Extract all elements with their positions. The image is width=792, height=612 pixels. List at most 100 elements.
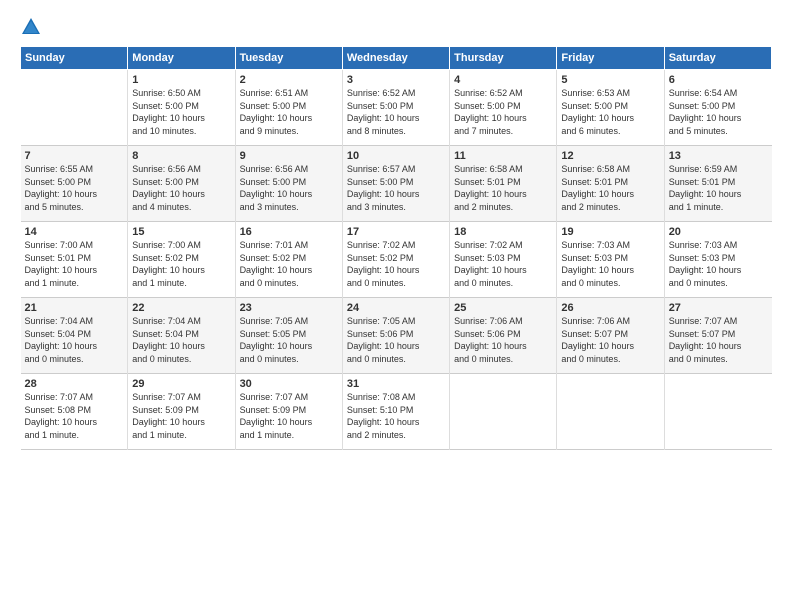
logo xyxy=(20,16,44,38)
calendar-cell: 27Sunrise: 7:07 AM Sunset: 5:07 PM Dayli… xyxy=(664,298,771,374)
header-day: Saturday xyxy=(664,47,771,70)
day-number: 25 xyxy=(454,302,552,314)
day-number: 19 xyxy=(561,226,659,238)
calendar-week-row: 21Sunrise: 7:04 AM Sunset: 5:04 PM Dayli… xyxy=(21,298,772,374)
day-number: 5 xyxy=(561,74,659,86)
day-info: Sunrise: 7:03 AM Sunset: 5:03 PM Dayligh… xyxy=(669,239,768,289)
day-number: 6 xyxy=(669,74,768,86)
day-number: 9 xyxy=(240,150,338,162)
day-number: 26 xyxy=(561,302,659,314)
day-info: Sunrise: 7:03 AM Sunset: 5:03 PM Dayligh… xyxy=(561,239,659,289)
day-info: Sunrise: 6:53 AM Sunset: 5:00 PM Dayligh… xyxy=(561,87,659,137)
header-day: Sunday xyxy=(21,47,128,70)
day-info: Sunrise: 7:01 AM Sunset: 5:02 PM Dayligh… xyxy=(240,239,338,289)
calendar-cell: 21Sunrise: 7:04 AM Sunset: 5:04 PM Dayli… xyxy=(21,298,128,374)
day-info: Sunrise: 7:04 AM Sunset: 5:04 PM Dayligh… xyxy=(132,315,230,365)
day-number: 7 xyxy=(25,150,124,162)
day-info: Sunrise: 7:04 AM Sunset: 5:04 PM Dayligh… xyxy=(25,315,124,365)
header-day: Thursday xyxy=(450,47,557,70)
day-number: 28 xyxy=(25,378,124,390)
day-info: Sunrise: 6:51 AM Sunset: 5:00 PM Dayligh… xyxy=(240,87,338,137)
day-info: Sunrise: 6:50 AM Sunset: 5:00 PM Dayligh… xyxy=(132,87,230,137)
calendar-cell: 23Sunrise: 7:05 AM Sunset: 5:05 PM Dayli… xyxy=(235,298,342,374)
day-info: Sunrise: 6:56 AM Sunset: 5:00 PM Dayligh… xyxy=(132,163,230,213)
calendar-cell: 25Sunrise: 7:06 AM Sunset: 5:06 PM Dayli… xyxy=(450,298,557,374)
day-number: 20 xyxy=(669,226,768,238)
day-number: 4 xyxy=(454,74,552,86)
calendar-cell: 6Sunrise: 6:54 AM Sunset: 5:00 PM Daylig… xyxy=(664,70,771,146)
calendar-week-row: 14Sunrise: 7:00 AM Sunset: 5:01 PM Dayli… xyxy=(21,222,772,298)
header-day: Monday xyxy=(128,47,235,70)
calendar-cell: 26Sunrise: 7:06 AM Sunset: 5:07 PM Dayli… xyxy=(557,298,664,374)
calendar-cell: 16Sunrise: 7:01 AM Sunset: 5:02 PM Dayli… xyxy=(235,222,342,298)
calendar-page: SundayMondayTuesdayWednesdayThursdayFrid… xyxy=(0,0,792,612)
calendar-week-row: 1Sunrise: 6:50 AM Sunset: 5:00 PM Daylig… xyxy=(21,70,772,146)
calendar-table: SundayMondayTuesdayWednesdayThursdayFrid… xyxy=(20,46,772,450)
day-info: Sunrise: 7:07 AM Sunset: 5:07 PM Dayligh… xyxy=(669,315,768,365)
day-info: Sunrise: 6:52 AM Sunset: 5:00 PM Dayligh… xyxy=(454,87,552,137)
day-number: 1 xyxy=(132,74,230,86)
day-number: 18 xyxy=(454,226,552,238)
calendar-cell xyxy=(21,70,128,146)
day-info: Sunrise: 7:05 AM Sunset: 5:06 PM Dayligh… xyxy=(347,315,445,365)
day-info: Sunrise: 6:52 AM Sunset: 5:00 PM Dayligh… xyxy=(347,87,445,137)
calendar-cell: 20Sunrise: 7:03 AM Sunset: 5:03 PM Dayli… xyxy=(664,222,771,298)
day-info: Sunrise: 6:57 AM Sunset: 5:00 PM Dayligh… xyxy=(347,163,445,213)
calendar-cell xyxy=(664,374,771,450)
calendar-cell: 29Sunrise: 7:07 AM Sunset: 5:09 PM Dayli… xyxy=(128,374,235,450)
calendar-cell: 30Sunrise: 7:07 AM Sunset: 5:09 PM Dayli… xyxy=(235,374,342,450)
day-info: Sunrise: 7:07 AM Sunset: 5:08 PM Dayligh… xyxy=(25,391,124,441)
day-info: Sunrise: 6:54 AM Sunset: 5:00 PM Dayligh… xyxy=(669,87,768,137)
calendar-cell: 7Sunrise: 6:55 AM Sunset: 5:00 PM Daylig… xyxy=(21,146,128,222)
day-info: Sunrise: 7:02 AM Sunset: 5:02 PM Dayligh… xyxy=(347,239,445,289)
calendar-cell: 2Sunrise: 6:51 AM Sunset: 5:00 PM Daylig… xyxy=(235,70,342,146)
calendar-cell: 4Sunrise: 6:52 AM Sunset: 5:00 PM Daylig… xyxy=(450,70,557,146)
calendar-cell: 18Sunrise: 7:02 AM Sunset: 5:03 PM Dayli… xyxy=(450,222,557,298)
day-info: Sunrise: 7:00 AM Sunset: 5:01 PM Dayligh… xyxy=(25,239,124,289)
day-number: 16 xyxy=(240,226,338,238)
day-number: 15 xyxy=(132,226,230,238)
header-row: SundayMondayTuesdayWednesdayThursdayFrid… xyxy=(21,47,772,70)
day-number: 27 xyxy=(669,302,768,314)
logo-icon xyxy=(20,16,42,38)
header-day: Friday xyxy=(557,47,664,70)
day-number: 8 xyxy=(132,150,230,162)
day-number: 17 xyxy=(347,226,445,238)
day-number: 10 xyxy=(347,150,445,162)
day-number: 31 xyxy=(347,378,445,390)
day-info: Sunrise: 7:06 AM Sunset: 5:07 PM Dayligh… xyxy=(561,315,659,365)
day-info: Sunrise: 7:06 AM Sunset: 5:06 PM Dayligh… xyxy=(454,315,552,365)
calendar-cell: 10Sunrise: 6:57 AM Sunset: 5:00 PM Dayli… xyxy=(342,146,449,222)
calendar-cell: 3Sunrise: 6:52 AM Sunset: 5:00 PM Daylig… xyxy=(342,70,449,146)
day-info: Sunrise: 6:58 AM Sunset: 5:01 PM Dayligh… xyxy=(561,163,659,213)
day-number: 30 xyxy=(240,378,338,390)
calendar-cell: 5Sunrise: 6:53 AM Sunset: 5:00 PM Daylig… xyxy=(557,70,664,146)
header-day: Wednesday xyxy=(342,47,449,70)
calendar-cell: 24Sunrise: 7:05 AM Sunset: 5:06 PM Dayli… xyxy=(342,298,449,374)
day-number: 21 xyxy=(25,302,124,314)
calendar-week-row: 28Sunrise: 7:07 AM Sunset: 5:08 PM Dayli… xyxy=(21,374,772,450)
day-info: Sunrise: 7:07 AM Sunset: 5:09 PM Dayligh… xyxy=(240,391,338,441)
calendar-week-row: 7Sunrise: 6:55 AM Sunset: 5:00 PM Daylig… xyxy=(21,146,772,222)
calendar-cell: 8Sunrise: 6:56 AM Sunset: 5:00 PM Daylig… xyxy=(128,146,235,222)
calendar-cell: 11Sunrise: 6:58 AM Sunset: 5:01 PM Dayli… xyxy=(450,146,557,222)
calendar-cell xyxy=(450,374,557,450)
day-info: Sunrise: 7:08 AM Sunset: 5:10 PM Dayligh… xyxy=(347,391,445,441)
day-info: Sunrise: 7:07 AM Sunset: 5:09 PM Dayligh… xyxy=(132,391,230,441)
calendar-cell: 12Sunrise: 6:58 AM Sunset: 5:01 PM Dayli… xyxy=(557,146,664,222)
calendar-cell: 19Sunrise: 7:03 AM Sunset: 5:03 PM Dayli… xyxy=(557,222,664,298)
calendar-cell: 13Sunrise: 6:59 AM Sunset: 5:01 PM Dayli… xyxy=(664,146,771,222)
day-number: 29 xyxy=(132,378,230,390)
day-number: 14 xyxy=(25,226,124,238)
day-number: 23 xyxy=(240,302,338,314)
day-info: Sunrise: 6:56 AM Sunset: 5:00 PM Dayligh… xyxy=(240,163,338,213)
day-number: 22 xyxy=(132,302,230,314)
day-number: 2 xyxy=(240,74,338,86)
day-number: 3 xyxy=(347,74,445,86)
calendar-cell: 28Sunrise: 7:07 AM Sunset: 5:08 PM Dayli… xyxy=(21,374,128,450)
calendar-cell: 31Sunrise: 7:08 AM Sunset: 5:10 PM Dayli… xyxy=(342,374,449,450)
calendar-cell xyxy=(557,374,664,450)
day-info: Sunrise: 6:59 AM Sunset: 5:01 PM Dayligh… xyxy=(669,163,768,213)
header xyxy=(20,16,772,38)
day-number: 11 xyxy=(454,150,552,162)
